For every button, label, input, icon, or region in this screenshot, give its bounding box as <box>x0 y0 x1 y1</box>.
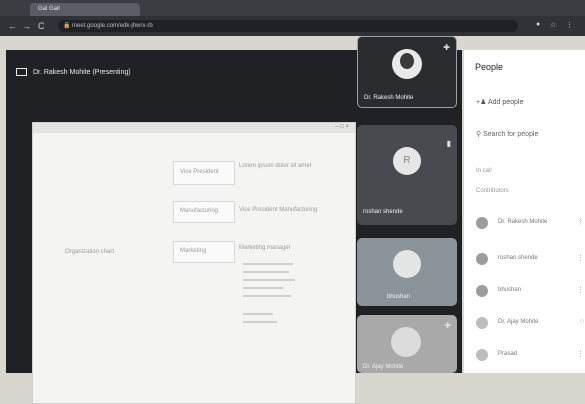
people-list-item[interactable]: bhushan ⋮ <box>476 284 584 300</box>
person-photo-icon <box>400 53 414 69</box>
avatar <box>476 317 488 329</box>
avatar <box>393 250 421 278</box>
presenting-label: Dr. Rakesh Mohite (Presenting) <box>32 68 131 76</box>
more-options-icon[interactable]: ⋮ <box>577 218 584 226</box>
shared-box-1-label: Vice President <box>180 169 219 175</box>
window-controls-icon: – □ × <box>335 124 349 130</box>
avatar <box>476 349 488 361</box>
browser-toolbar: ← → C 🔒 meet.google.com/edk-jhwrx-rb ● ☆… <box>0 16 585 36</box>
participant-name: Dr. Rakesh Mohite <box>364 95 414 101</box>
participant-tile-2[interactable]: R ▮ roshan shende <box>357 125 457 225</box>
shared-text-line <box>243 263 293 265</box>
shared-box-2-label: Manufacturing <box>180 208 219 214</box>
shared-text-line <box>243 287 283 289</box>
person-name: bhushan <box>498 287 522 293</box>
people-search-placeholder: Search for people <box>483 131 539 138</box>
shared-text-line <box>243 279 295 281</box>
more-options-icon[interactable]: ○ <box>580 318 584 325</box>
avatar-initial: R <box>403 155 411 166</box>
menu-icon[interactable]: ⋮ <box>566 21 573 29</box>
add-people-button[interactable]: +♟ Add people <box>476 98 523 106</box>
person-name: Dr. Ajay Mohite <box>498 319 539 325</box>
avatar <box>476 217 488 229</box>
extensions-icon[interactable]: ● <box>536 21 540 28</box>
avatar: R <box>393 147 421 175</box>
participant-tile-4[interactable]: ✚ Dr. Ajay Mohite <box>357 315 457 373</box>
person-name: Dr. Rakesh Mohite <box>498 219 548 225</box>
shared-right-text-2: Vice President Manufacturing <box>239 207 318 213</box>
address-bar-text: meet.google.com/edk-jhwrx-rb <box>72 23 153 29</box>
participant-name: bhushan <box>387 294 411 300</box>
participant-name: roshan shende <box>363 209 403 215</box>
people-list-item[interactable]: Prasad ⋮ <box>476 348 584 364</box>
shared-screen-toolbar: – □ × <box>33 123 355 133</box>
people-list-item[interactable]: Dr. Rakesh Mohite ⋮ <box>476 216 584 232</box>
avatar <box>476 253 488 265</box>
shared-box-3: Marketing <box>173 241 235 263</box>
in-call-section-label: In call <box>476 168 492 174</box>
shared-screen: – □ × Organization chart Vice President … <box>32 122 356 404</box>
pin-icon[interactable]: ✚ <box>444 321 451 330</box>
shared-text-line <box>243 313 273 315</box>
more-options-icon[interactable]: ⋮ <box>577 286 584 294</box>
browser-tab[interactable]: Gal Gail <box>30 3 140 16</box>
people-panel: People +♟ Add people ⚲ Search for people… <box>464 50 585 373</box>
address-bar[interactable]: 🔒 meet.google.com/edk-jhwrx-rb <box>58 20 518 32</box>
back-icon[interactable]: ← <box>8 20 17 32</box>
presenting-indicator: Dr. Rakesh Mohite (Presenting) <box>16 68 131 76</box>
shared-box-2: Manufacturing <box>173 201 235 223</box>
more-options-icon[interactable]: ⋮ <box>577 254 584 262</box>
star-icon[interactable]: ☆ <box>550 21 556 29</box>
shared-text-line <box>243 295 291 297</box>
add-person-icon: +♟ <box>476 99 487 106</box>
avatar <box>391 327 421 357</box>
avatar <box>476 285 488 297</box>
search-icon: ⚲ <box>476 131 482 138</box>
shared-left-caption: Organization chart <box>65 249 115 255</box>
shared-box-3-label: Marketing <box>180 248 207 254</box>
shared-box-1: Vice President <box>173 161 235 185</box>
people-panel-title: People <box>475 62 504 72</box>
lock-icon: 🔒 <box>63 23 71 29</box>
participant-tile-3[interactable]: bhushan <box>357 238 457 306</box>
forward-icon[interactable]: → <box>22 20 31 32</box>
shared-right-text-3: Marketing manager <box>239 245 291 251</box>
add-people-label: Add people <box>487 99 524 106</box>
contributors-section-label: Contributors <box>476 188 509 194</box>
present-screen-icon <box>16 68 27 76</box>
shared-right-text-1: Lorem ipsum dolor sit amet <box>239 163 312 169</box>
people-list-item[interactable]: roshan shende ⋮ <box>476 252 584 268</box>
shared-text-line <box>243 321 277 323</box>
participant-name: Dr. Ajay Mohite <box>363 364 404 370</box>
pin-icon[interactable]: ✚ <box>443 43 450 52</box>
people-list-item[interactable]: Dr. Ajay Mohite ○ <box>476 316 584 332</box>
browser-tab-strip: Gal Gail <box>0 0 585 16</box>
participant-tile-1[interactable]: ✚ Dr. Rakesh Mohite <box>357 36 457 108</box>
shared-text-line <box>243 271 289 273</box>
person-name: Prasad <box>498 351 518 357</box>
reload-icon[interactable]: C <box>38 20 45 32</box>
person-name: roshan shende <box>498 255 538 261</box>
people-search-field[interactable]: ⚲ Search for people <box>476 130 538 138</box>
mic-off-icon: ▮ <box>446 139 451 148</box>
more-options-icon[interactable]: ⋮ <box>577 350 584 358</box>
